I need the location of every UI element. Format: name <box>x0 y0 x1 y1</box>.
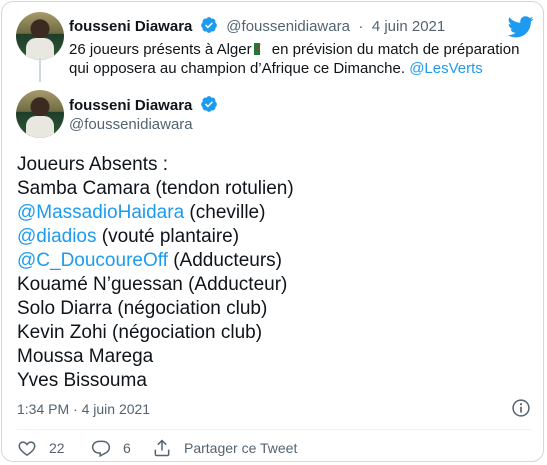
mention-link[interactable]: @diadios <box>17 226 97 247</box>
parent-author-handle[interactable]: @foussenidiawara <box>226 18 350 35</box>
author-handle[interactable]: @foussenidiawara <box>69 116 193 133</box>
embedded-tweet-card: fousseni Diawara @foussenidiawara · 4 ju… <box>1 1 544 462</box>
parent-header: fousseni Diawara @foussenidiawara · 4 ju… <box>69 16 445 36</box>
parent-author-name[interactable]: fousseni Diawara <box>69 18 192 35</box>
reply-icon <box>91 440 111 458</box>
body-line: Yves Bissouma <box>17 370 147 391</box>
info-icon[interactable] <box>511 398 531 418</box>
share-label: Partager ce Tweet <box>184 440 298 456</box>
like-count: 22 <box>49 440 65 456</box>
tweet-timestamp[interactable]: 1:34 PM · 4 juin 2021 <box>17 401 150 417</box>
heart-icon <box>18 441 36 456</box>
parent-text-line2: qui opposera au champion d’Afrique ce Di… <box>69 60 483 77</box>
reply-count: 6 <box>123 440 131 456</box>
body-line: Kouamé N’guessan (Adducteur) <box>17 274 288 295</box>
thread-connector <box>39 58 41 82</box>
parent-date[interactable]: 4 juin 2021 <box>372 18 445 35</box>
lesverts-link[interactable]: @LesVerts <box>409 60 483 77</box>
mention-line: @MassadioHaidara (cheville) <box>17 202 266 223</box>
body-line: Kevin Zohi (négociation club) <box>17 322 263 343</box>
algeria-flag-icon <box>253 40 266 59</box>
mention-link[interactable]: @MassadioHaidara <box>17 202 184 223</box>
body-line: Joueurs Absents : <box>17 154 169 175</box>
author-name-row: fousseni Diawara <box>69 95 218 115</box>
body-line: Samba Camara (tendon rotulien) <box>17 178 294 199</box>
parent-avatar[interactable] <box>16 12 64 60</box>
author-avatar[interactable] <box>16 90 64 138</box>
parent-text-line1: 26 joueurs présents à Alger en prévision… <box>69 40 519 59</box>
body-line: Solo Diarra (négociation club) <box>17 298 268 319</box>
body-line: Moussa Marega <box>17 346 154 367</box>
author-name[interactable]: fousseni Diawara <box>69 97 192 114</box>
parent-separator: · <box>358 18 364 35</box>
divider <box>17 429 531 430</box>
like-button[interactable]: 22 <box>17 438 65 458</box>
mention-line: @C_DoucoureOff (Adducteurs) <box>17 250 282 271</box>
verified-badge-icon <box>200 96 217 112</box>
verified-badge-icon <box>200 17 217 33</box>
mention-link[interactable]: @C_DoucoureOff <box>17 250 168 271</box>
reply-button[interactable]: 6 <box>91 438 131 458</box>
share-icon <box>154 439 170 457</box>
share-button[interactable]: Partager ce Tweet <box>152 438 297 458</box>
twitter-bird-icon[interactable] <box>508 13 534 39</box>
mention-line: @diadios (vouté plantaire) <box>17 226 240 247</box>
